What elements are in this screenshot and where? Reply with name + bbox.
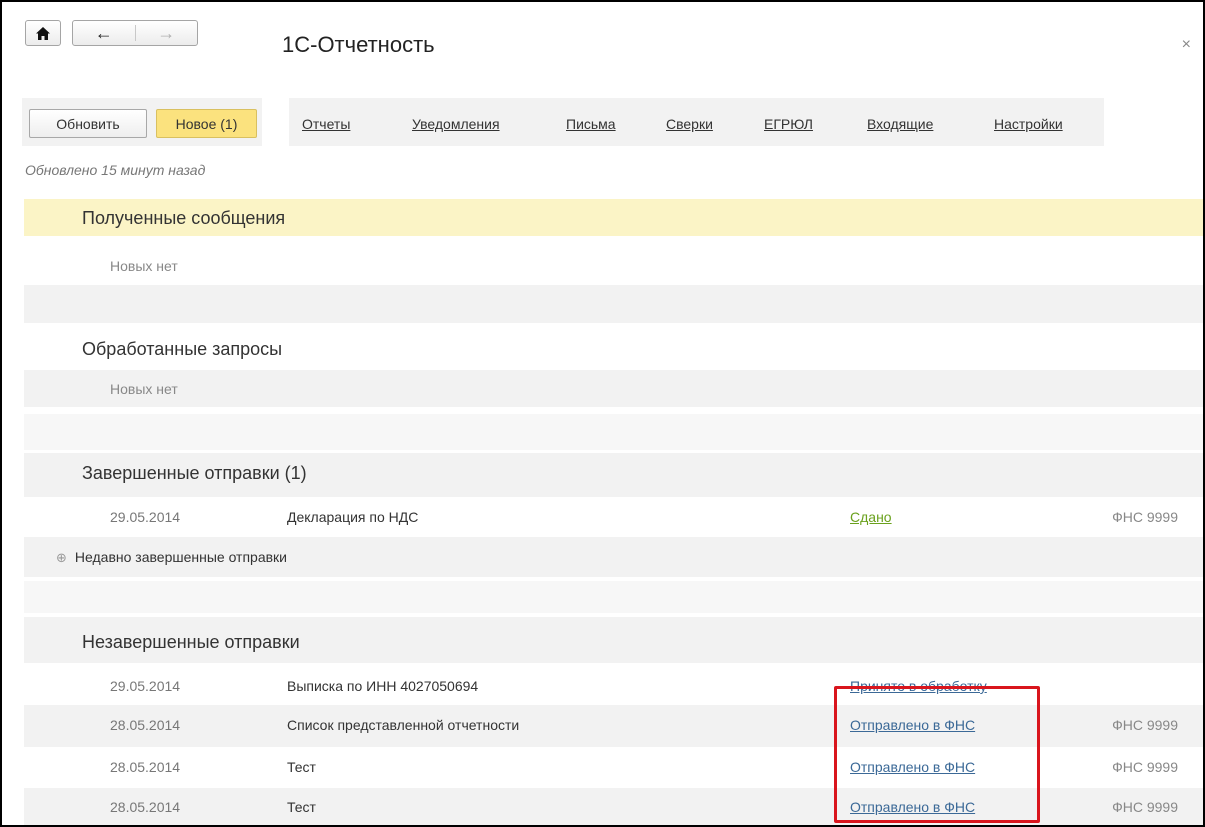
section-spacer — [24, 581, 1203, 613]
window-title: 1С-Отчетность — [282, 32, 435, 57]
section-spacer — [24, 285, 1203, 323]
processed-section-title: Обработанные запросы — [82, 339, 283, 359]
section-spacer — [24, 414, 1203, 450]
row-agency: ФНС 9999 — [1112, 717, 1178, 733]
link-incoming[interactable]: Входящие — [867, 116, 933, 132]
home-icon — [36, 26, 50, 40]
arrow-left-icon: ← — [94, 22, 113, 43]
row-date: 28.05.2014 — [110, 717, 181, 733]
row-date: 29.05.2014 — [110, 509, 181, 525]
new-items-button[interactable]: Новое (1) — [156, 109, 257, 138]
link-letters[interactable]: Письма — [566, 116, 616, 132]
row-date: 28.05.2014 — [110, 799, 181, 815]
processed-empty-text: Новых нет — [110, 381, 178, 397]
received-empty-text: Новых нет — [110, 258, 178, 274]
row-agency: ФНС 9999 — [1112, 799, 1178, 815]
received-section-title: Полученные сообщения — [82, 208, 286, 228]
history-navigation: ← → — [72, 20, 198, 46]
incomplete-section-title: Незавершенные отправки — [82, 632, 300, 652]
back-button[interactable]: ← — [73, 21, 135, 45]
link-egrul[interactable]: ЕГРЮЛ — [764, 116, 813, 132]
last-updated-text: Обновлено 15 минут назад — [25, 162, 206, 178]
row-status-link[interactable]: Сдано — [850, 509, 892, 525]
link-settings[interactable]: Настройки — [994, 116, 1063, 132]
row-agency: ФНС 9999 — [1112, 509, 1178, 525]
expand-plus-icon: ⊕ — [56, 550, 67, 565]
home-button[interactable] — [25, 20, 61, 46]
row-document-name: Выписка по ИНН 4027050694 — [287, 678, 479, 694]
row-document-name: Список представленной отчетности — [287, 717, 520, 733]
close-icon[interactable]: × — [1182, 36, 1191, 54]
link-reconciliations[interactable]: Сверки — [666, 116, 713, 132]
row-date: 29.05.2014 — [110, 678, 181, 694]
expander-label: Недавно завершенные отправки — [74, 549, 287, 565]
row-agency: ФНС 9999 — [1112, 759, 1178, 775]
recent-completed-expander[interactable]: ⊕ Недавно завершенные отправки — [56, 549, 287, 566]
app-window: ← → 1С-Отчетность × Обновить Новое (1) О… — [0, 0, 1205, 827]
status-highlight-annotation — [834, 686, 1040, 823]
row-document-name: Декларация по НДС — [287, 509, 419, 525]
row-document-name: Тест — [287, 799, 316, 815]
arrow-right-icon: → — [157, 22, 176, 43]
processed-empty-row — [24, 370, 1203, 407]
row-date: 28.05.2014 — [110, 759, 181, 775]
refresh-button[interactable]: Обновить — [29, 109, 147, 138]
row-document-name: Тест — [287, 759, 316, 775]
completed-section-title: Завершенные отправки (1) — [82, 463, 307, 483]
link-reports[interactable]: Отчеты — [302, 116, 350, 132]
forward-button[interactable]: → — [135, 21, 197, 45]
link-notifications[interactable]: Уведомления — [412, 116, 500, 132]
